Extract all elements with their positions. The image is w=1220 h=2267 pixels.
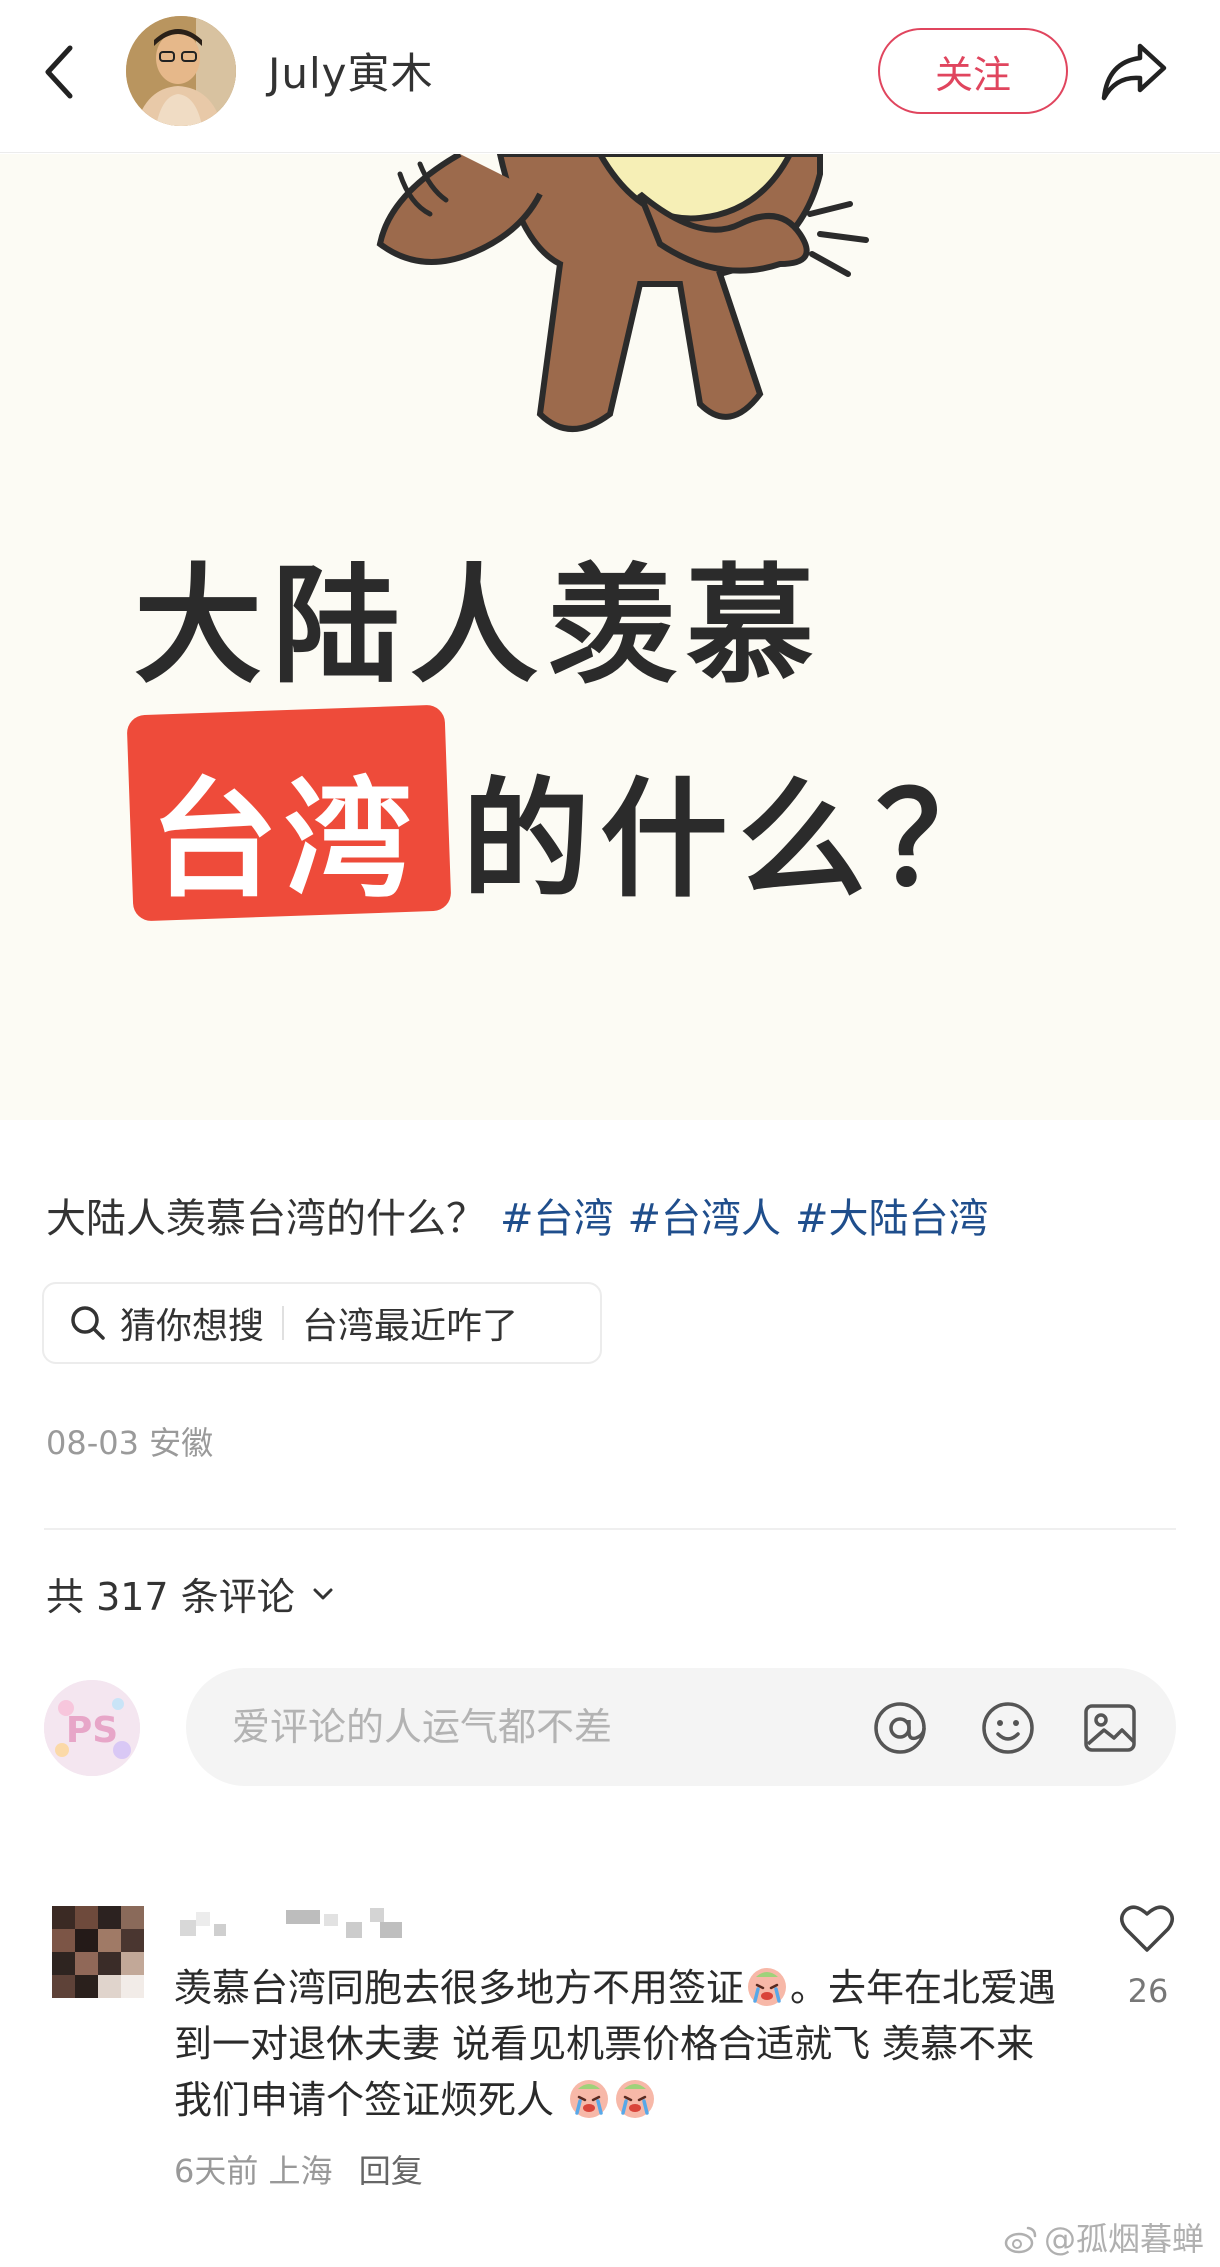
current-user-avatar[interactable]: PS <box>44 1680 140 1776</box>
emoji-icon[interactable] <box>978 1698 1038 1758</box>
weibo-watermark: @孤烟暮蝉 <box>1004 2214 1204 2262</box>
watermark-text: @孤烟暮蝉 <box>1044 2220 1205 2258</box>
commenter-avatar[interactable] <box>52 1906 144 1998</box>
cartoon-illustration <box>376 154 869 432</box>
post-date-location: 08-03 安徽 <box>46 1424 214 1462</box>
chevron-down-icon <box>313 1588 333 1599</box>
comment-time: 6天前 <box>174 2152 259 2190</box>
crying-face-icon <box>744 1963 790 2009</box>
hashtag-mainland-taiwan[interactable]: #大陆台湾 <box>795 1196 989 1242</box>
comment-text: 羡慕台湾同胞去很多地方不用签证 。去年在北爱遇到一对退休夫妻 说看见机票价格合适就… <box>174 1960 1084 2128</box>
suggested-search-chip[interactable]: 猜你想搜 台湾最近咋了 <box>42 1282 602 1364</box>
author-name[interactable]: July寅木 <box>268 40 434 101</box>
hashtag-taiwan[interactable]: #台湾 <box>500 1196 614 1242</box>
comment-location: 上海 <box>268 2152 333 2190</box>
suggested-search-label: 猜你想搜 <box>120 1306 265 1347</box>
commenter-name-pixelated[interactable] <box>174 1902 444 1944</box>
follow-button[interactable]: 关注 <box>878 28 1068 114</box>
image-upload-icon[interactable] <box>1080 1698 1140 1758</box>
weibo-icon <box>1004 2224 1038 2262</box>
like-count: 26 <box>1127 1972 1169 2010</box>
section-divider <box>44 1528 1176 1530</box>
mention-icon[interactable] <box>870 1698 930 1758</box>
comment-count-toggle[interactable]: 共 317 条评论 <box>46 1566 337 1621</box>
post-title: 大陆人羡慕台湾的什么？ <box>46 1196 486 1242</box>
chip-separator <box>282 1306 285 1340</box>
cover-title-line1: 大陆人羡慕 <box>134 552 825 701</box>
post-cover-image[interactable]: 大陆人羡慕 台湾 的什么？ <box>0 154 1220 1120</box>
comment-meta: 6天前 上海 回复 <box>174 2146 423 2192</box>
author-avatar[interactable] <box>126 16 236 126</box>
suggested-search-query: 台湾最近咋了 <box>302 1306 519 1347</box>
back-arrow-icon[interactable] <box>36 36 88 108</box>
reply-button[interactable]: 回复 <box>359 2152 423 2190</box>
hashtag-taiwan-people[interactable]: #台湾人 <box>628 1196 782 1242</box>
share-icon[interactable] <box>1096 36 1172 108</box>
top-bar: July寅木 关注 <box>0 0 1220 153</box>
crying-face-icon <box>566 2075 612 2121</box>
comment-count-label: 共 317 条评论 <box>46 1575 295 1619</box>
post-title-row: 大陆人羡慕台湾的什么？ #台湾 #台湾人 #大陆台湾 <box>46 1186 989 1244</box>
svg-text:PS: PS <box>66 1710 118 1751</box>
cover-title-line2: 的什么？ <box>462 766 1015 915</box>
heart-icon[interactable] <box>1118 1902 1176 1956</box>
search-icon <box>71 1306 105 1340</box>
comment-text-part1: 羡慕台湾同胞去很多地方不用签证 <box>174 1966 745 2010</box>
cover-title-highlight: 台湾 <box>150 766 419 915</box>
crying-face-icon <box>612 2075 658 2121</box>
